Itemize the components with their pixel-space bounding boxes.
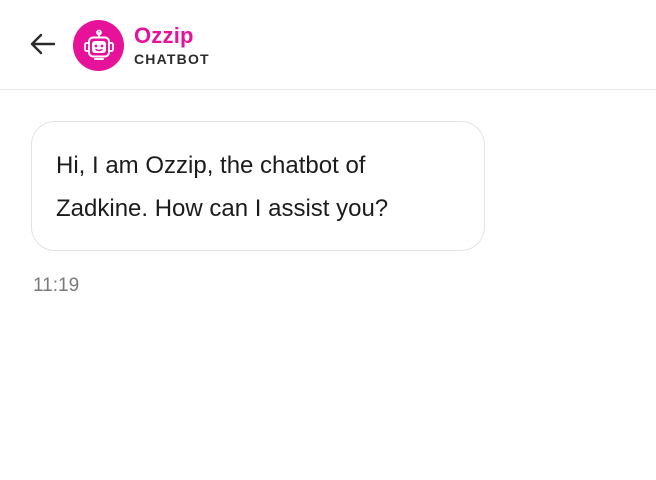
bot-name: Ozzip <box>134 23 194 48</box>
bot-subtitle: CHATBOT <box>134 51 210 67</box>
robot-icon <box>83 29 114 60</box>
bot-message-bubble: Hi, I am Ozzip, the chatbot of Zadkine. … <box>31 121 485 251</box>
arrow-left-icon <box>30 33 56 55</box>
bot-avatar <box>73 20 124 71</box>
chat-header: Ozzip CHATBOT <box>0 0 656 90</box>
message-text: Hi, I am Ozzip, the chatbot of Zadkine. … <box>56 152 389 222</box>
back-button[interactable] <box>26 30 58 58</box>
message-timestamp: 11:19 <box>33 275 80 296</box>
